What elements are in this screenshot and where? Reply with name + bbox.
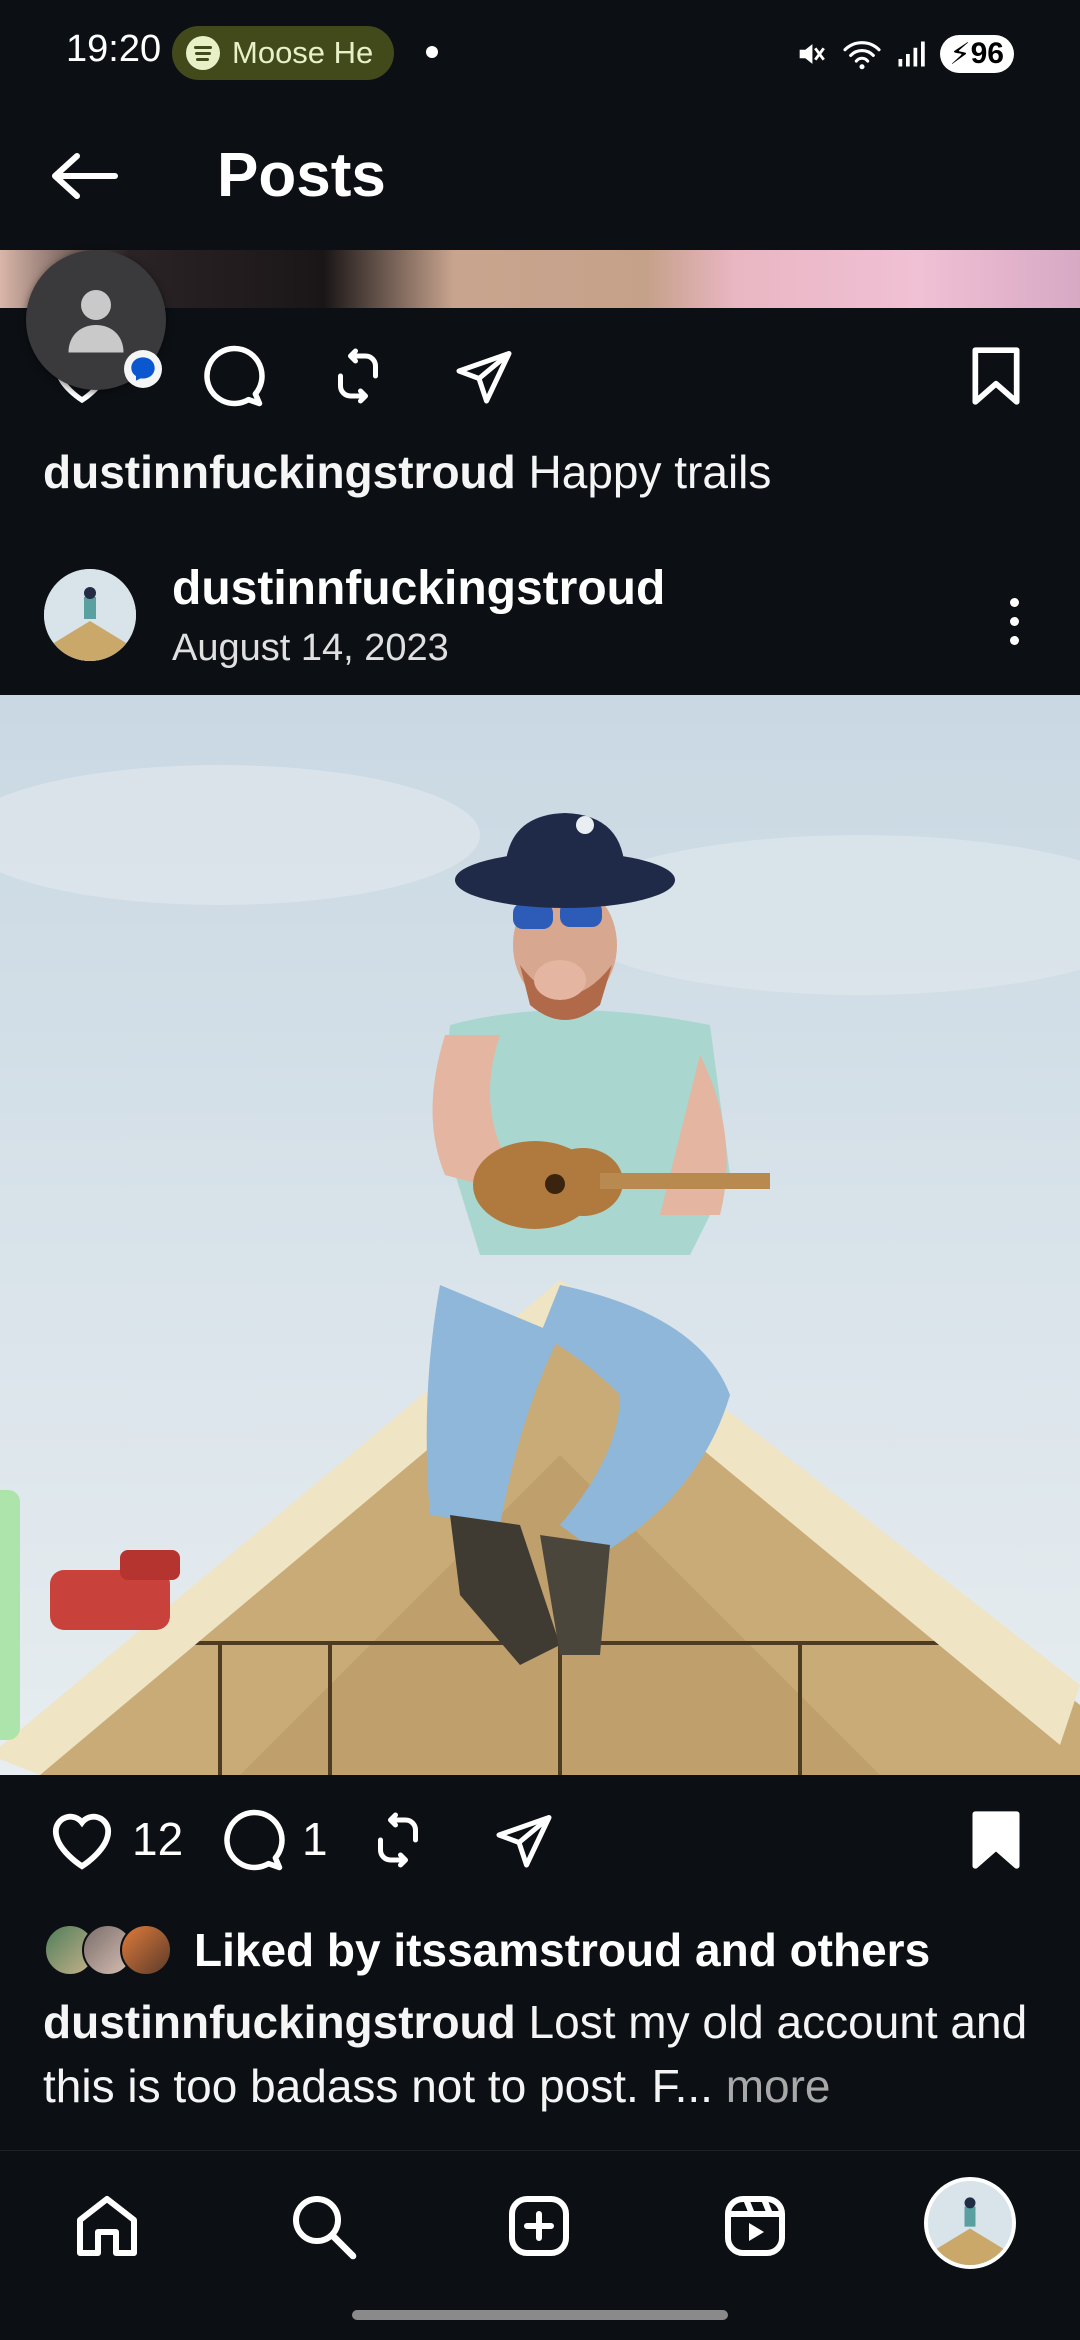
person-placeholder-icon [68,290,124,353]
post-image[interactable] [0,695,1080,1775]
nav-reels[interactable] [710,2181,800,2271]
liked-by-text: Liked by itssamstroud and others [194,1924,931,1976]
post-photo [0,695,1080,1775]
battery-bolt-icon: ⚡ [949,37,971,71]
notification-dot-icon [426,46,438,58]
post-author-username[interactable]: dustinnfuckingstroud [172,561,665,616]
signal-icon [898,41,925,67]
share-button[interactable] [448,340,520,412]
caption-more-link[interactable]: more [713,2060,831,2112]
edge-panel-handle[interactable] [0,1490,20,1740]
arrow-left-icon [52,153,118,199]
media-playing-pill[interactable]: Moose He [172,26,394,80]
chat-bubble-icon [131,357,155,381]
wifi-icon [842,41,881,70]
repost-icon [378,1812,418,1868]
post-header: dustinnfuckingstroud August 14, 2023 [0,555,1080,695]
page-title: Posts [217,141,386,210]
post-author-avatar[interactable] [44,569,136,661]
heart-icon [52,1813,112,1870]
save-button[interactable] [960,340,1032,412]
save-button[interactable] [960,1804,1032,1876]
battery-level: 96 [970,37,1004,70]
messenger-badge [124,350,162,388]
spotify-icon [186,36,220,70]
more-vertical-icon [1009,597,1019,645]
comments-count[interactable]: 1 [302,1812,328,1866]
comment-icon [204,345,265,407]
nav-create[interactable] [494,2181,584,2271]
comment-button[interactable] [196,340,268,412]
post-date: August 14, 2023 [172,627,449,669]
status-bar: 19:20 Moose He ⚡ 96 [0,0,1080,110]
bottom-nav [0,2150,1080,2301]
share-button[interactable] [488,1804,560,1876]
home-icon [77,2196,137,2256]
more-options-button[interactable] [990,585,1038,657]
profile-avatar [928,2181,1012,2265]
create-icon [509,2196,569,2256]
bookmark-filled-icon [972,1811,1020,1869]
liked-by-row[interactable]: Liked by itssamstroud and others [44,1915,930,1985]
comment-icon [224,1809,285,1871]
battery-indicator: ⚡ 96 [939,35,1014,73]
likes-count[interactable]: 12 [132,1812,183,1866]
like-button[interactable] [46,1804,118,1876]
status-time: 19:20 [66,28,162,70]
repost-button[interactable] [362,1804,434,1876]
send-icon [456,351,512,404]
back-button[interactable] [44,136,124,216]
nav-home[interactable] [62,2181,152,2271]
post-actions: 12 1 [0,1790,1080,1890]
previous-post-caption: dustinnfuckingstroud Happy trails [43,445,771,499]
nav-profile[interactable] [924,2177,1016,2269]
reels-icon [725,2196,785,2256]
media-app-label: Moose He [232,35,374,70]
bookmark-icon [972,347,1020,405]
home-gesture-bar[interactable] [352,2310,728,2320]
repost-icon [338,348,378,404]
caption-username[interactable]: dustinnfuckingstroud [43,446,516,498]
send-icon [496,1815,552,1868]
status-icons: ⚡ 96 [794,30,1014,78]
top-bar: Posts [0,110,1080,250]
repost-button[interactable] [322,340,394,412]
post-caption: dustinnfuckingstroud Lost my old account… [43,1990,1043,2118]
liker-avatar [120,1924,172,1976]
mute-icon [799,44,825,64]
nav-search[interactable] [278,2181,368,2271]
search-icon [293,2196,357,2260]
caption-username[interactable]: dustinnfuckingstroud [43,1996,516,2048]
caption-text: Happy trails [528,446,772,498]
comment-button[interactable] [216,1804,288,1876]
avatar-thumbnail [44,569,136,661]
